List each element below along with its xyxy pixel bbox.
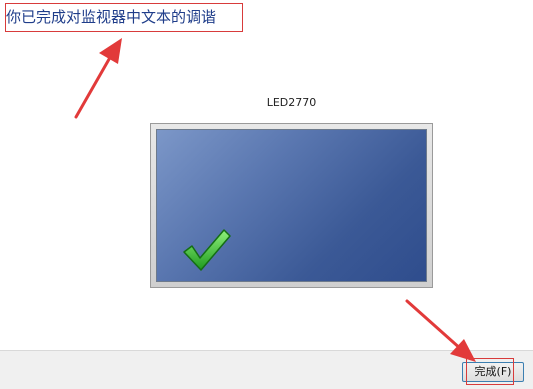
page-title: 你已完成对监视器中文本的调谐 [6,8,217,26]
monitor-image [150,123,433,288]
page: 你已完成对监视器中文本的调谐 LED2770 完成(F) [0,0,533,389]
checkmark-icon [183,229,231,271]
finish-button[interactable]: 完成(F) [462,362,524,382]
footer-bar [0,350,533,389]
monitor-screen [156,129,427,282]
monitor-name: LED2770 [266,96,317,109]
